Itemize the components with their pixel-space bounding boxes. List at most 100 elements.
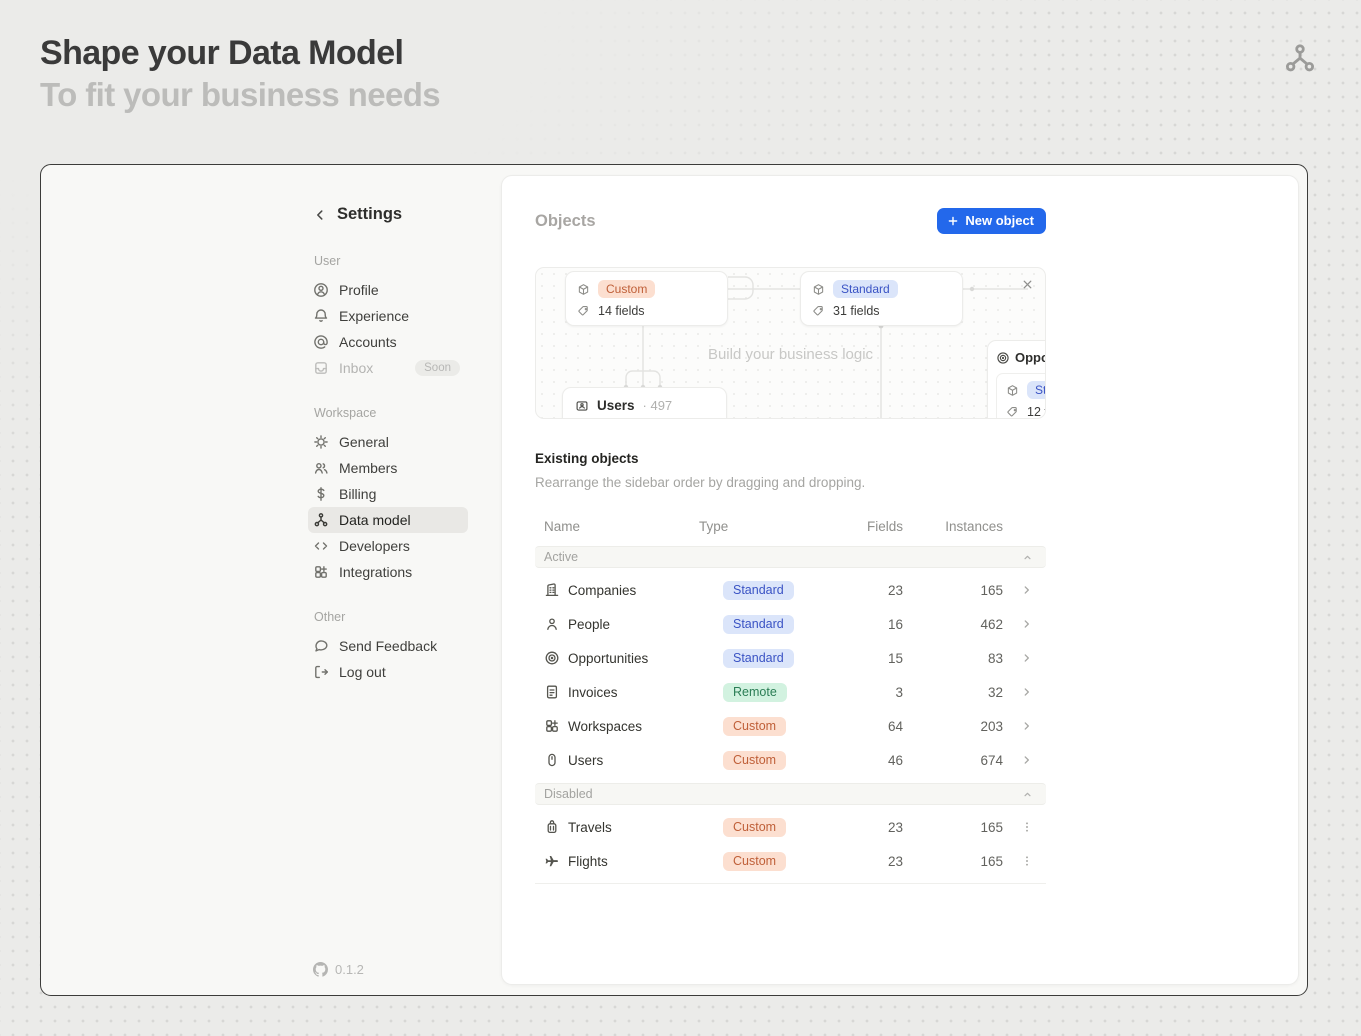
tag-icon [1006, 406, 1019, 419]
node-count: · 497 [643, 398, 673, 413]
table-row-opportunities[interactable]: Opportunities Standard 15 83 [535, 641, 1046, 675]
table-row-people[interactable]: People Standard 16 462 [535, 607, 1046, 641]
sidebar-item-profile[interactable]: Profile [308, 277, 468, 303]
gear-icon [313, 434, 329, 450]
object-node-standard[interactable]: Standard 31 fields [800, 271, 963, 326]
objects-header: Objects New object [535, 208, 1046, 234]
chevron-up-icon[interactable] [1021, 551, 1034, 564]
sidebar-item-label: Members [339, 460, 397, 476]
instances-value: 165 [980, 583, 1003, 598]
plus-icon [947, 215, 959, 227]
group-header-active[interactable]: Active [535, 546, 1046, 568]
code-icon [313, 538, 329, 554]
row-name: Flights [568, 854, 699, 869]
sidebar-item-data-model[interactable]: Data model [308, 507, 468, 533]
settings-window: Settings User Profile Experience Acco [40, 164, 1308, 996]
instances-value: 165 [980, 820, 1003, 835]
column-name: Name [544, 519, 699, 534]
sidebar-item-label: Developers [339, 538, 410, 554]
kebab-menu-icon[interactable] [1018, 852, 1036, 870]
fields-value: 23 [888, 583, 903, 598]
table-header: Name Type Fields Instances [535, 512, 1046, 540]
chevron-right-icon[interactable] [1018, 717, 1036, 735]
object-node-opportunities[interactable]: Opportunities Standard [987, 340, 1046, 419]
existing-objects-subtitle: Rearrange the sidebar order by dragging … [535, 475, 1046, 490]
data-model-icon [313, 512, 329, 528]
sidebar-item-members[interactable]: Members [308, 455, 468, 481]
new-object-button[interactable]: New object [937, 208, 1046, 234]
type-badge: Custom [723, 751, 786, 770]
grid-plus-icon [544, 718, 568, 734]
chevron-right-icon[interactable] [1018, 649, 1036, 667]
page-header: Shape your Data Model To fit your busine… [40, 34, 440, 114]
sidebar-item-label: Integrations [339, 564, 412, 580]
chevron-right-icon[interactable] [1018, 751, 1036, 769]
sidebar-item-experience[interactable]: Experience [308, 303, 468, 329]
at-sign-icon [313, 334, 329, 350]
settings-back-button[interactable]: Settings [313, 205, 501, 224]
sidebar-item-integrations[interactable]: Integrations [308, 559, 468, 585]
chevron-right-icon[interactable] [1018, 581, 1036, 599]
grid-plus-icon [313, 564, 329, 580]
dollar-icon [313, 486, 329, 502]
instances-value: 674 [980, 753, 1003, 768]
fields-value: 23 [888, 854, 903, 869]
table-row-users[interactable]: Users Custom 46 674 [535, 743, 1046, 777]
tag-icon [812, 305, 825, 318]
plane-icon [544, 853, 568, 869]
business-logic-banner: Custom 14 fields Standard [535, 267, 1046, 419]
group-label: Active [544, 550, 578, 564]
sidebar-item-log-out[interactable]: Log out [308, 659, 468, 685]
object-node-custom[interactable]: Custom 14 fields [565, 271, 728, 326]
app-version: 0.1.2 [313, 962, 364, 977]
luggage-icon [544, 819, 568, 835]
table-row-companies[interactable]: Companies Standard 23 165 [535, 573, 1046, 607]
members-icon [313, 460, 329, 476]
type-badge: Standard [723, 581, 794, 600]
bell-icon [313, 308, 329, 324]
existing-objects-title: Existing objects [535, 451, 1046, 466]
sidebar-item-accounts[interactable]: Accounts [308, 329, 468, 355]
chevron-up-icon[interactable] [1021, 788, 1034, 801]
instances-value: 32 [988, 685, 1003, 700]
sidebar-item-label: Log out [339, 664, 386, 680]
type-badge: Standard [723, 649, 794, 668]
sidebar-item-send-feedback[interactable]: Send Feedback [308, 633, 468, 659]
section-label: Workspace [314, 406, 501, 420]
table-row-travels[interactable]: Travels Custom 23 165 [535, 810, 1046, 844]
github-icon [313, 962, 328, 977]
fields-value: 64 [888, 719, 903, 734]
table-row-workspaces[interactable]: Workspaces Custom 64 203 [535, 709, 1046, 743]
sidebar-item-developers[interactable]: Developers [308, 533, 468, 559]
chat-icon [313, 638, 329, 654]
objects-card: Objects New object [501, 175, 1299, 985]
fields-count: 12 fields [1027, 405, 1046, 419]
sidebar-item-billing[interactable]: Billing [308, 481, 468, 507]
chevron-right-icon[interactable] [1018, 615, 1036, 633]
table-row-invoices[interactable]: Invoices Remote 3 32 [535, 675, 1046, 709]
sidebar-item-general[interactable]: General [308, 429, 468, 455]
section-label: User [314, 254, 501, 268]
chevron-right-icon[interactable] [1018, 683, 1036, 701]
table-row-flights[interactable]: Flights Custom 23 165 [535, 844, 1046, 878]
node-name: Opportunities [1015, 350, 1046, 365]
sidebar-item-label: Send Feedback [339, 638, 437, 654]
building-icon [544, 582, 568, 598]
kebab-menu-icon[interactable] [1018, 818, 1036, 836]
row-name: Users [568, 753, 699, 768]
type-badge: Custom [723, 818, 786, 837]
sidebar-section-user: User Profile Experience Accounts [313, 254, 501, 381]
tag-icon [577, 305, 590, 318]
cube-icon [812, 283, 825, 296]
object-node-users[interactable]: Users · 497 [562, 387, 727, 419]
type-badge: Standard [723, 615, 794, 634]
sidebar-item-label: Experience [339, 308, 409, 324]
close-icon[interactable] [1018, 275, 1037, 294]
group-header-disabled[interactable]: Disabled [535, 783, 1046, 805]
data-model-logo-icon [1283, 42, 1317, 76]
row-name: Opportunities [568, 651, 699, 666]
fields-count: 31 fields [833, 304, 880, 318]
objects-table: Name Type Fields Instances Active [535, 512, 1046, 884]
type-badge: Remote [723, 683, 787, 702]
node-inner-box: Standard 12 fields [996, 373, 1046, 419]
